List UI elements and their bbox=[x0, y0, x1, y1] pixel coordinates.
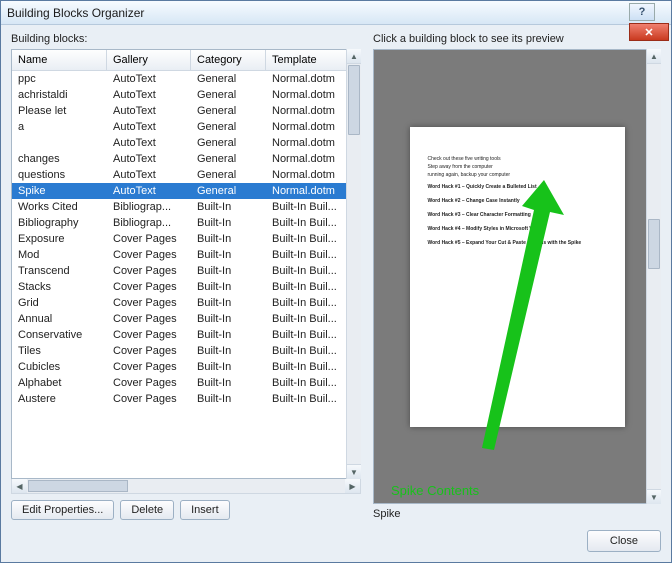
table-row[interactable]: SpikeAutoTextGeneralNormal.dotm bbox=[12, 183, 360, 199]
table-row[interactable]: BibliographyBibliograp...Built-InBuilt-I… bbox=[12, 215, 360, 231]
scroll-right-icon[interactable]: ▶ bbox=[345, 479, 360, 493]
table-row[interactable]: TranscendCover PagesBuilt-InBuilt-In Bui… bbox=[12, 263, 360, 279]
col-category[interactable]: Category bbox=[191, 50, 266, 70]
preview-label: Click a building block to see its previe… bbox=[373, 33, 661, 45]
list-horizontal-scrollbar[interactable]: ◀ ▶ bbox=[11, 479, 361, 494]
preview-scroll-down-icon[interactable]: ▼ bbox=[647, 489, 661, 504]
edit-properties-button[interactable]: Edit Properties... bbox=[11, 500, 114, 520]
table-row[interactable]: questionsAutoTextGeneralNormal.dotm bbox=[12, 167, 360, 183]
col-name[interactable]: Name bbox=[12, 50, 107, 70]
table-row[interactable]: TilesCover PagesBuilt-InBuilt-In Buil... bbox=[12, 343, 360, 359]
scroll-thumb[interactable] bbox=[348, 65, 360, 135]
scroll-up-icon[interactable]: ▲ bbox=[347, 49, 361, 64]
annotation-label: Spike Contents bbox=[391, 483, 479, 498]
close-button[interactable]: Close bbox=[587, 530, 661, 552]
table-row[interactable]: ExposureCover PagesBuilt-InBuilt-In Buil… bbox=[12, 231, 360, 247]
table-row[interactable]: AustereCover PagesBuilt-InBuilt-In Buil.… bbox=[12, 391, 360, 407]
preview-scroll-thumb[interactable] bbox=[648, 219, 660, 269]
preview-vertical-scrollbar[interactable]: ▲ ▼ bbox=[646, 49, 661, 504]
preview-page: Check out these five writing toolsStep a… bbox=[410, 127, 625, 427]
table-row[interactable]: Works CitedBibliograp...Built-InBuilt-In… bbox=[12, 199, 360, 215]
list-vertical-scrollbar[interactable]: ▲ ▼ bbox=[346, 49, 361, 479]
col-gallery[interactable]: Gallery bbox=[107, 50, 191, 70]
table-row[interactable]: ConservativeCover PagesBuilt-InBuilt-In … bbox=[12, 327, 360, 343]
table-row[interactable]: StacksCover PagesBuilt-InBuilt-In Buil..… bbox=[12, 279, 360, 295]
insert-button[interactable]: Insert bbox=[180, 500, 230, 520]
building-blocks-label: Building blocks: bbox=[11, 33, 361, 45]
column-headers[interactable]: Name Gallery Category Template bbox=[12, 50, 360, 71]
table-row[interactable]: AutoTextGeneralNormal.dotm bbox=[12, 135, 360, 151]
window-title: Building Blocks Organizer bbox=[7, 6, 144, 20]
table-row[interactable]: AlphabetCover PagesBuilt-InBuilt-In Buil… bbox=[12, 375, 360, 391]
help-button[interactable]: ? bbox=[629, 3, 655, 21]
scroll-left-icon[interactable]: ◀ bbox=[12, 479, 27, 493]
table-row[interactable]: ModCover PagesBuilt-InBuilt-In Buil... bbox=[12, 247, 360, 263]
table-row[interactable]: AnnualCover PagesBuilt-InBuilt-In Buil..… bbox=[12, 311, 360, 327]
table-row[interactable]: ppcAutoTextGeneralNormal.dotm bbox=[12, 71, 360, 87]
table-row[interactable]: changesAutoTextGeneralNormal.dotm bbox=[12, 151, 360, 167]
table-row[interactable]: aAutoTextGeneralNormal.dotm bbox=[12, 119, 360, 135]
close-window-button[interactable]: ✕ bbox=[629, 23, 669, 41]
scroll-down-icon[interactable]: ▼ bbox=[347, 464, 361, 479]
table-row[interactable]: CubiclesCover PagesBuilt-InBuilt-In Buil… bbox=[12, 359, 360, 375]
hscroll-thumb[interactable] bbox=[28, 480, 128, 492]
preview-scroll-up-icon[interactable]: ▲ bbox=[647, 49, 661, 64]
table-row[interactable]: achristaldiAutoTextGeneralNormal.dotm bbox=[12, 87, 360, 103]
delete-button[interactable]: Delete bbox=[120, 500, 174, 520]
table-row[interactable]: Please letAutoTextGeneralNormal.dotm bbox=[12, 103, 360, 119]
building-blocks-list[interactable]: Name Gallery Category Template ppcAutoTe… bbox=[11, 49, 361, 479]
preview-pane: Check out these five writing toolsStep a… bbox=[373, 49, 661, 504]
preview-block-name: Spike bbox=[373, 508, 661, 520]
titlebar: Building Blocks Organizer ? ✕ bbox=[1, 1, 671, 25]
table-row[interactable]: GridCover PagesBuilt-InBuilt-In Buil... bbox=[12, 295, 360, 311]
